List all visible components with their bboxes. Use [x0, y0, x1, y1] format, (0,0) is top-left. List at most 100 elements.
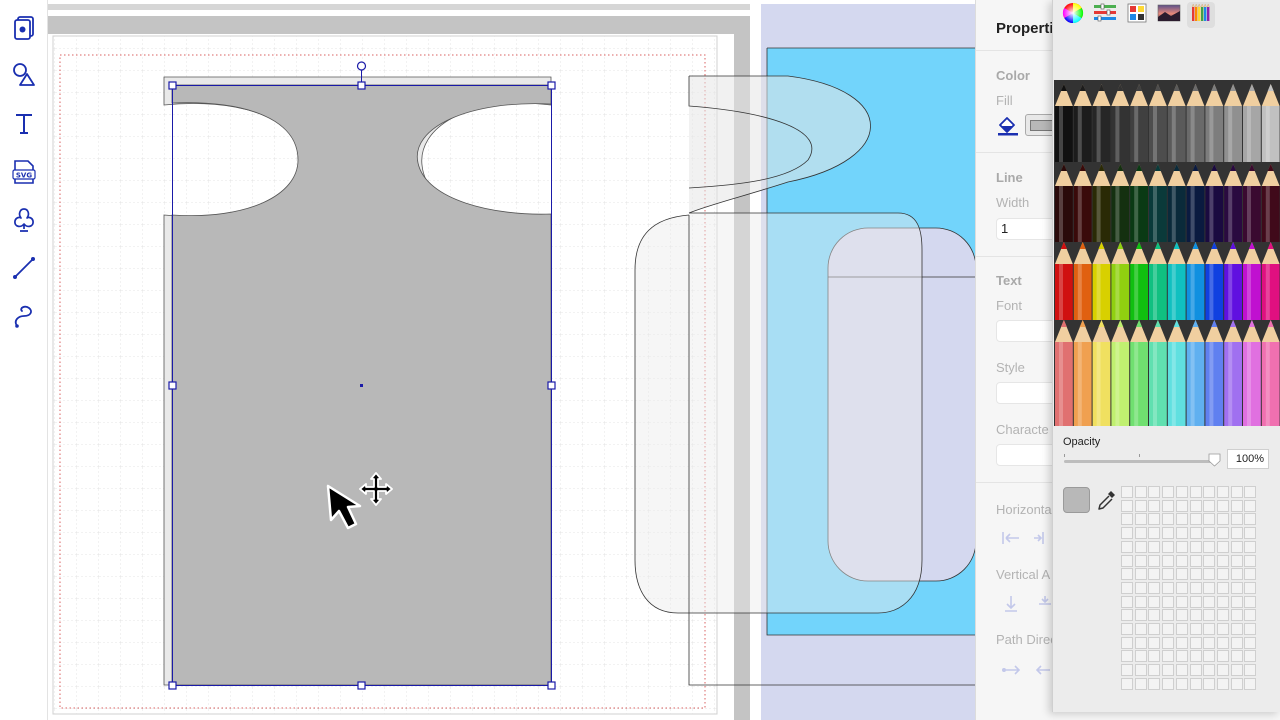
swatch-cell[interactable] — [1230, 581, 1243, 594]
swatch-cell[interactable] — [1189, 513, 1202, 526]
swatch-cell[interactable] — [1175, 677, 1188, 690]
swatch-cell[interactable] — [1148, 636, 1161, 649]
color-pencil[interactable] — [1130, 320, 1148, 426]
swatch-cell[interactable] — [1244, 486, 1257, 498]
swatch-cell[interactable] — [1175, 554, 1188, 567]
swatch-cell[interactable] — [1189, 677, 1202, 690]
swatch-cell[interactable] — [1162, 486, 1175, 498]
swatch-cell[interactable] — [1216, 595, 1229, 608]
color-pencil[interactable] — [1167, 164, 1186, 242]
swatch-cell[interactable] — [1121, 623, 1133, 635]
swatch-cell[interactable] — [1216, 636, 1229, 649]
swatch-cell[interactable] — [1162, 609, 1175, 622]
swatch-cell[interactable] — [1148, 677, 1161, 690]
swatch-cell[interactable] — [1175, 609, 1188, 622]
swatch-cell[interactable] — [1244, 499, 1257, 512]
swatch-cell[interactable] — [1189, 581, 1202, 594]
color-pencil[interactable] — [1111, 320, 1130, 426]
color-pencil[interactable] — [1073, 320, 1092, 426]
swatch-cell[interactable] — [1244, 554, 1257, 567]
swatch-cell[interactable] — [1216, 650, 1229, 663]
color-pencil[interactable] — [1111, 84, 1130, 162]
swatch-cell[interactable] — [1230, 664, 1243, 677]
resize-handle-sw[interactable] — [168, 681, 177, 690]
swatch-cell[interactable] — [1203, 581, 1216, 594]
swatch-cell[interactable] — [1134, 650, 1147, 663]
image-palette-tab[interactable] — [1155, 2, 1183, 28]
resize-handle-se[interactable] — [547, 681, 556, 690]
line-tool[interactable] — [9, 253, 39, 283]
svg-import-tool[interactable]: SVG — [9, 157, 39, 187]
color-pencil[interactable] — [1130, 84, 1148, 162]
swatch-cell[interactable] — [1162, 568, 1175, 581]
swatch-cell[interactable] — [1216, 581, 1229, 594]
color-pencil[interactable] — [1186, 242, 1205, 320]
swatch-cell[interactable] — [1148, 486, 1161, 498]
swatch-cell[interactable] — [1148, 650, 1161, 663]
swatch-cell[interactable] — [1230, 609, 1243, 622]
swatch-cell[interactable] — [1244, 664, 1257, 677]
color-pencil[interactable] — [1130, 164, 1148, 242]
color-pencil[interactable] — [1205, 320, 1224, 426]
swatch-cell[interactable] — [1230, 595, 1243, 608]
swatch-cell[interactable] — [1244, 609, 1257, 622]
color-pencil[interactable] — [1243, 84, 1261, 162]
color-pencil[interactable] — [1243, 320, 1261, 426]
resize-handle-n[interactable] — [357, 81, 366, 90]
swatch-cell[interactable] — [1216, 554, 1229, 567]
resize-handle-ne[interactable] — [547, 81, 556, 90]
swatch-cell[interactable] — [1216, 499, 1229, 512]
swatch-cell[interactable] — [1121, 664, 1133, 677]
swatch-cell[interactable] — [1230, 568, 1243, 581]
color-pencil[interactable] — [1073, 84, 1092, 162]
swatch-cell[interactable] — [1203, 595, 1216, 608]
swatch-cell[interactable] — [1189, 499, 1202, 512]
swatch-cell[interactable] — [1162, 595, 1175, 608]
swatch-cell[interactable] — [1148, 581, 1161, 594]
club-shape-tool[interactable] — [9, 205, 39, 235]
swatch-cell[interactable] — [1175, 540, 1188, 553]
swatch-cell[interactable] — [1175, 527, 1188, 540]
align-center-button[interactable] — [1032, 530, 1054, 550]
resize-handle-e[interactable] — [547, 381, 556, 390]
swatch-cell[interactable] — [1121, 677, 1133, 690]
color-pencil[interactable] — [1073, 242, 1092, 320]
resize-handle-w[interactable] — [168, 381, 177, 390]
swatch-cell[interactable] — [1162, 499, 1175, 512]
swatch-cell[interactable] — [1216, 486, 1229, 498]
swatch-cell[interactable] — [1230, 623, 1243, 635]
color-pencil[interactable] — [1055, 164, 1073, 242]
color-pencil[interactable] — [1149, 84, 1167, 162]
swatch-cell[interactable] — [1162, 513, 1175, 526]
swatch-cell[interactable] — [1189, 527, 1202, 540]
swatch-cell[interactable] — [1134, 486, 1147, 498]
swatch-cell[interactable] — [1216, 609, 1229, 622]
swatch-cell[interactable] — [1121, 568, 1133, 581]
swatch-cell[interactable] — [1162, 636, 1175, 649]
swatch-cell[interactable] — [1189, 595, 1202, 608]
swatch-cell[interactable] — [1162, 554, 1175, 567]
swatch-cell[interactable] — [1148, 568, 1161, 581]
color-pencil[interactable] — [1092, 164, 1111, 242]
swatch-cell[interactable] — [1216, 540, 1229, 553]
path-forward-button[interactable] — [1000, 662, 1022, 682]
swatch-cell[interactable] — [1175, 499, 1188, 512]
opacity-slider-thumb[interactable] — [1208, 453, 1221, 467]
color-pencil[interactable] — [1073, 164, 1092, 242]
swatch-cell[interactable] — [1134, 677, 1147, 690]
swatch-cell[interactable] — [1189, 540, 1202, 553]
swatch-cell[interactable] — [1134, 636, 1147, 649]
color-pencil[interactable] — [1055, 320, 1073, 426]
swatch-cell[interactable] — [1189, 609, 1202, 622]
swatch-cell[interactable] — [1134, 527, 1147, 540]
color-pencil[interactable] — [1092, 84, 1111, 162]
swatch-cell[interactable] — [1244, 650, 1257, 663]
color-pencil[interactable] — [1167, 84, 1186, 162]
rotate-handle[interactable] — [356, 61, 367, 71]
color-pencil[interactable] — [1092, 242, 1111, 320]
color-wheel-tab[interactable] — [1059, 2, 1087, 28]
swatch-cell[interactable] — [1230, 677, 1243, 690]
color-pencil[interactable] — [1205, 84, 1224, 162]
swatch-cell[interactable] — [1121, 486, 1133, 498]
swatch-cell[interactable] — [1175, 595, 1188, 608]
